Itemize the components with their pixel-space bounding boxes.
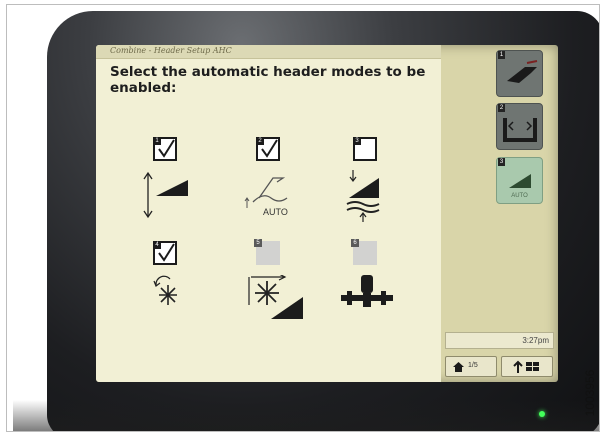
auto-label: AUTO [511,193,528,199]
mode-5: 5 [248,239,321,331]
side-button-auto-header[interactable]: 3 AUTO [496,157,543,204]
bezel-shadow [13,400,599,431]
display-screen: Combine - Header Setup AHC Select the au… [96,45,558,382]
figure-number-text: 1003956 [583,369,597,417]
checkmark-icon [158,139,175,158]
home-button[interactable]: 1/5 [445,356,497,377]
header-tilt-icon [341,275,393,307]
checkmark-icon [261,139,278,158]
page-indicator: 1/5 [468,362,478,369]
auto-label: AUTO [263,207,288,217]
side-button-header-raise[interactable]: 1 [496,50,543,97]
up-arrow-menu-icon [513,360,539,373]
clock-time: 3:27pm [522,336,549,345]
mode-number: 6 [351,239,359,247]
mode-number: 5 [254,239,262,247]
raise-lower-header-icon [143,171,188,219]
checkmark-icon [158,243,175,262]
side-button-number: 2 [498,104,505,112]
side-button-lift-range[interactable]: 2 [496,103,543,150]
side-button-number: 3 [498,158,505,166]
mode-4-checkbox[interactable]: 4 [153,241,177,265]
figure-number: 1003956 [580,360,598,430]
mode-1-checkbox[interactable]: 1 [153,137,177,161]
mode-4: 4 [148,241,208,331]
mode-3-checkbox[interactable]: 3 [353,137,377,161]
side-button-number: 1 [498,51,505,59]
mode-3: 3 [346,137,413,227]
home-icon [453,362,464,372]
clock-display: 3:27pm [445,332,554,349]
mode-2-checkbox[interactable]: 2 [256,137,280,161]
mode-5-checkbox[interactable]: 5 [254,239,280,265]
setup-prompt: Select the automatic header modes to be … [110,64,426,96]
menu-up-button[interactable] [501,356,553,377]
title-bar: Combine - Header Setup AHC [96,45,441,59]
screen-title: Combine - Header Setup AHC [110,46,232,55]
mode-1: 1 [143,137,208,227]
header-float-icon [346,170,380,222]
mode-2: 2 AUTO [244,137,311,227]
mode-number: 3 [353,137,361,145]
reel-height-icon [248,275,303,319]
power-led [539,411,545,417]
right-panel: 1 2 3 AUTO 3:27pm 1/5 [441,45,558,382]
header-setup-panel: Combine - Header Setup AHC Select the au… [96,45,441,382]
mode-6: 6 [341,239,423,331]
reel-return-icon [153,275,177,305]
mode-6-checkbox[interactable]: 6 [351,239,377,265]
